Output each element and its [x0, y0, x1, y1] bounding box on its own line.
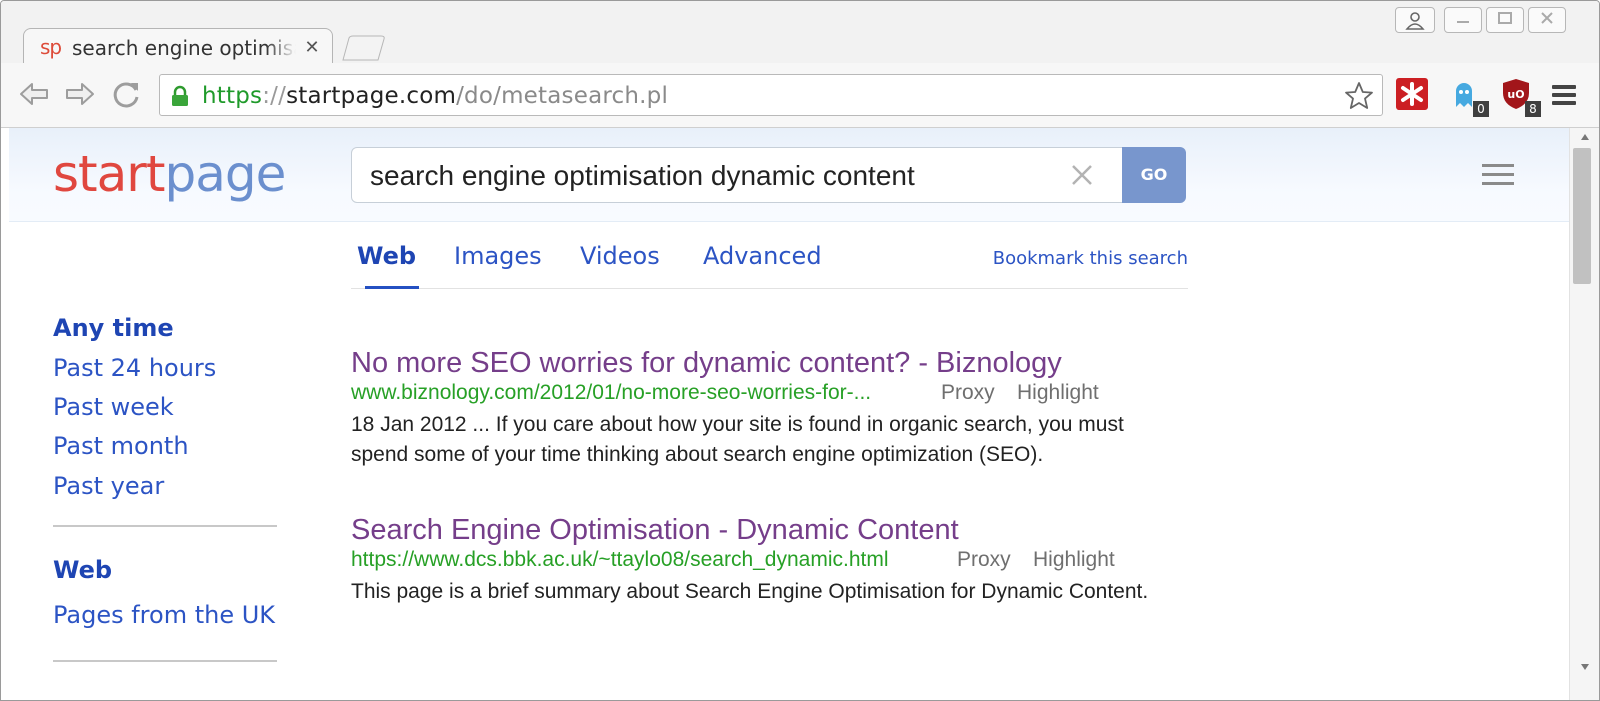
person-icon [1405, 12, 1425, 30]
browser-menu-icon[interactable] [1549, 80, 1579, 110]
url-text: https://startpage.com/do/metasearch.pl [202, 83, 669, 109]
filter-past-week[interactable]: Past week [53, 392, 174, 422]
filter-past-year[interactable]: Past year [53, 471, 164, 501]
result-proxy-link[interactable]: Proxy [957, 547, 1011, 573]
result-highlight-link[interactable]: Highlight [1033, 547, 1115, 573]
settings-menu-icon[interactable] [1481, 161, 1515, 189]
filter-pages-from-uk[interactable]: Pages from the UK [53, 600, 275, 630]
sidebar-divider [53, 525, 277, 527]
clear-search-icon[interactable] [1066, 159, 1098, 191]
tab-videos[interactable]: Videos [580, 241, 660, 271]
extension-ublock[interactable]: uO 8 [1499, 77, 1541, 117]
result-highlight-link[interactable]: Highlight [1017, 380, 1099, 406]
maximize-button[interactable] [1486, 7, 1524, 33]
active-tab-underline [365, 286, 419, 289]
browser-toolbar: https://startpage.com/do/metasearch.pl 0… [1, 63, 1599, 128]
maximize-icon [1498, 12, 1512, 24]
filter-region-web[interactable]: Web [53, 555, 112, 585]
filter-past-month[interactable]: Past month [53, 431, 189, 461]
new-tab-button[interactable] [339, 35, 389, 61]
ghostery-badge: 0 [1473, 101, 1489, 117]
filter-any-time[interactable]: Any time [53, 313, 174, 343]
svg-text:uO: uO [1507, 88, 1524, 101]
page-viewport: startpage GO Web Images Videos Advanced … [9, 128, 1569, 700]
startpage-logo[interactable]: startpage [53, 144, 286, 204]
result-snippet: 18 Jan 2012 ... If you care about how yo… [351, 413, 1124, 466]
scroll-up-arrow-icon[interactable] [1580, 132, 1590, 142]
tab-advanced[interactable]: Advanced [703, 241, 822, 271]
result-snippet: This page is a brief summary about Searc… [351, 580, 1149, 603]
close-tab-icon[interactable]: ✕ [302, 37, 322, 57]
result-url[interactable]: www.biznology.com/2012/01/no-more-seo-wo… [351, 380, 871, 406]
result-proxy-link[interactable]: Proxy [941, 380, 995, 406]
tab-web[interactable]: Web [357, 241, 416, 271]
bookmark-search-link[interactable]: Bookmark this search [993, 248, 1188, 270]
go-button[interactable]: GO [1122, 147, 1186, 203]
startpage-header: startpage GO [9, 128, 1569, 222]
browser-tab-active[interactable]: sp search engine optimisation dynamic co… [23, 28, 333, 66]
search-input[interactable] [370, 161, 1050, 191]
tab-images[interactable]: Images [454, 241, 542, 271]
search-type-tabs: Web Images Videos Advanced Bookmark this… [351, 222, 1188, 289]
result-title-link[interactable]: Search Engine Optimisation - Dynamic Con… [351, 513, 959, 547]
profile-button[interactable] [1395, 7, 1435, 33]
extension-lastpass[interactable] [1395, 77, 1431, 113]
result-url[interactable]: https://www.dcs.bbk.ac.uk/~ttaylo08/sear… [351, 547, 889, 573]
sidebar-divider [53, 660, 277, 662]
minimize-button[interactable] [1444, 7, 1482, 33]
lock-icon [172, 85, 188, 106]
search-box [351, 147, 1123, 203]
ublock-badge: 8 [1525, 101, 1541, 117]
scroll-down-arrow-icon[interactable] [1580, 662, 1590, 672]
browser-tab-title: search engine optimisation dynamic conte… [72, 36, 296, 60]
address-bar[interactable]: https://startpage.com/do/metasearch.pl [159, 74, 1383, 116]
browser-window: sp search engine optimisation dynamic co… [0, 0, 1600, 701]
extension-ghostery[interactable]: 0 [1447, 77, 1489, 117]
startpage-favicon-icon: sp [40, 35, 62, 59]
filter-past-24-hours[interactable]: Past 24 hours [53, 353, 216, 383]
page-scrollbar[interactable] [1569, 128, 1599, 700]
bookmark-star-icon[interactable] [1344, 81, 1374, 111]
scrollbar-thumb[interactable] [1573, 148, 1591, 284]
forward-arrow-icon[interactable] [63, 77, 97, 111]
result-title-link[interactable]: No more SEO worries for dynamic content?… [351, 346, 1062, 380]
back-arrow-icon[interactable] [17, 77, 51, 111]
reload-icon[interactable] [109, 77, 143, 111]
minimize-icon [1457, 21, 1469, 23]
close-window-icon [1541, 12, 1553, 24]
lastpass-icon [1396, 78, 1428, 110]
close-window-button[interactable] [1528, 7, 1566, 33]
tab-strip: sp search engine optimisation dynamic co… [1, 1, 1599, 66]
